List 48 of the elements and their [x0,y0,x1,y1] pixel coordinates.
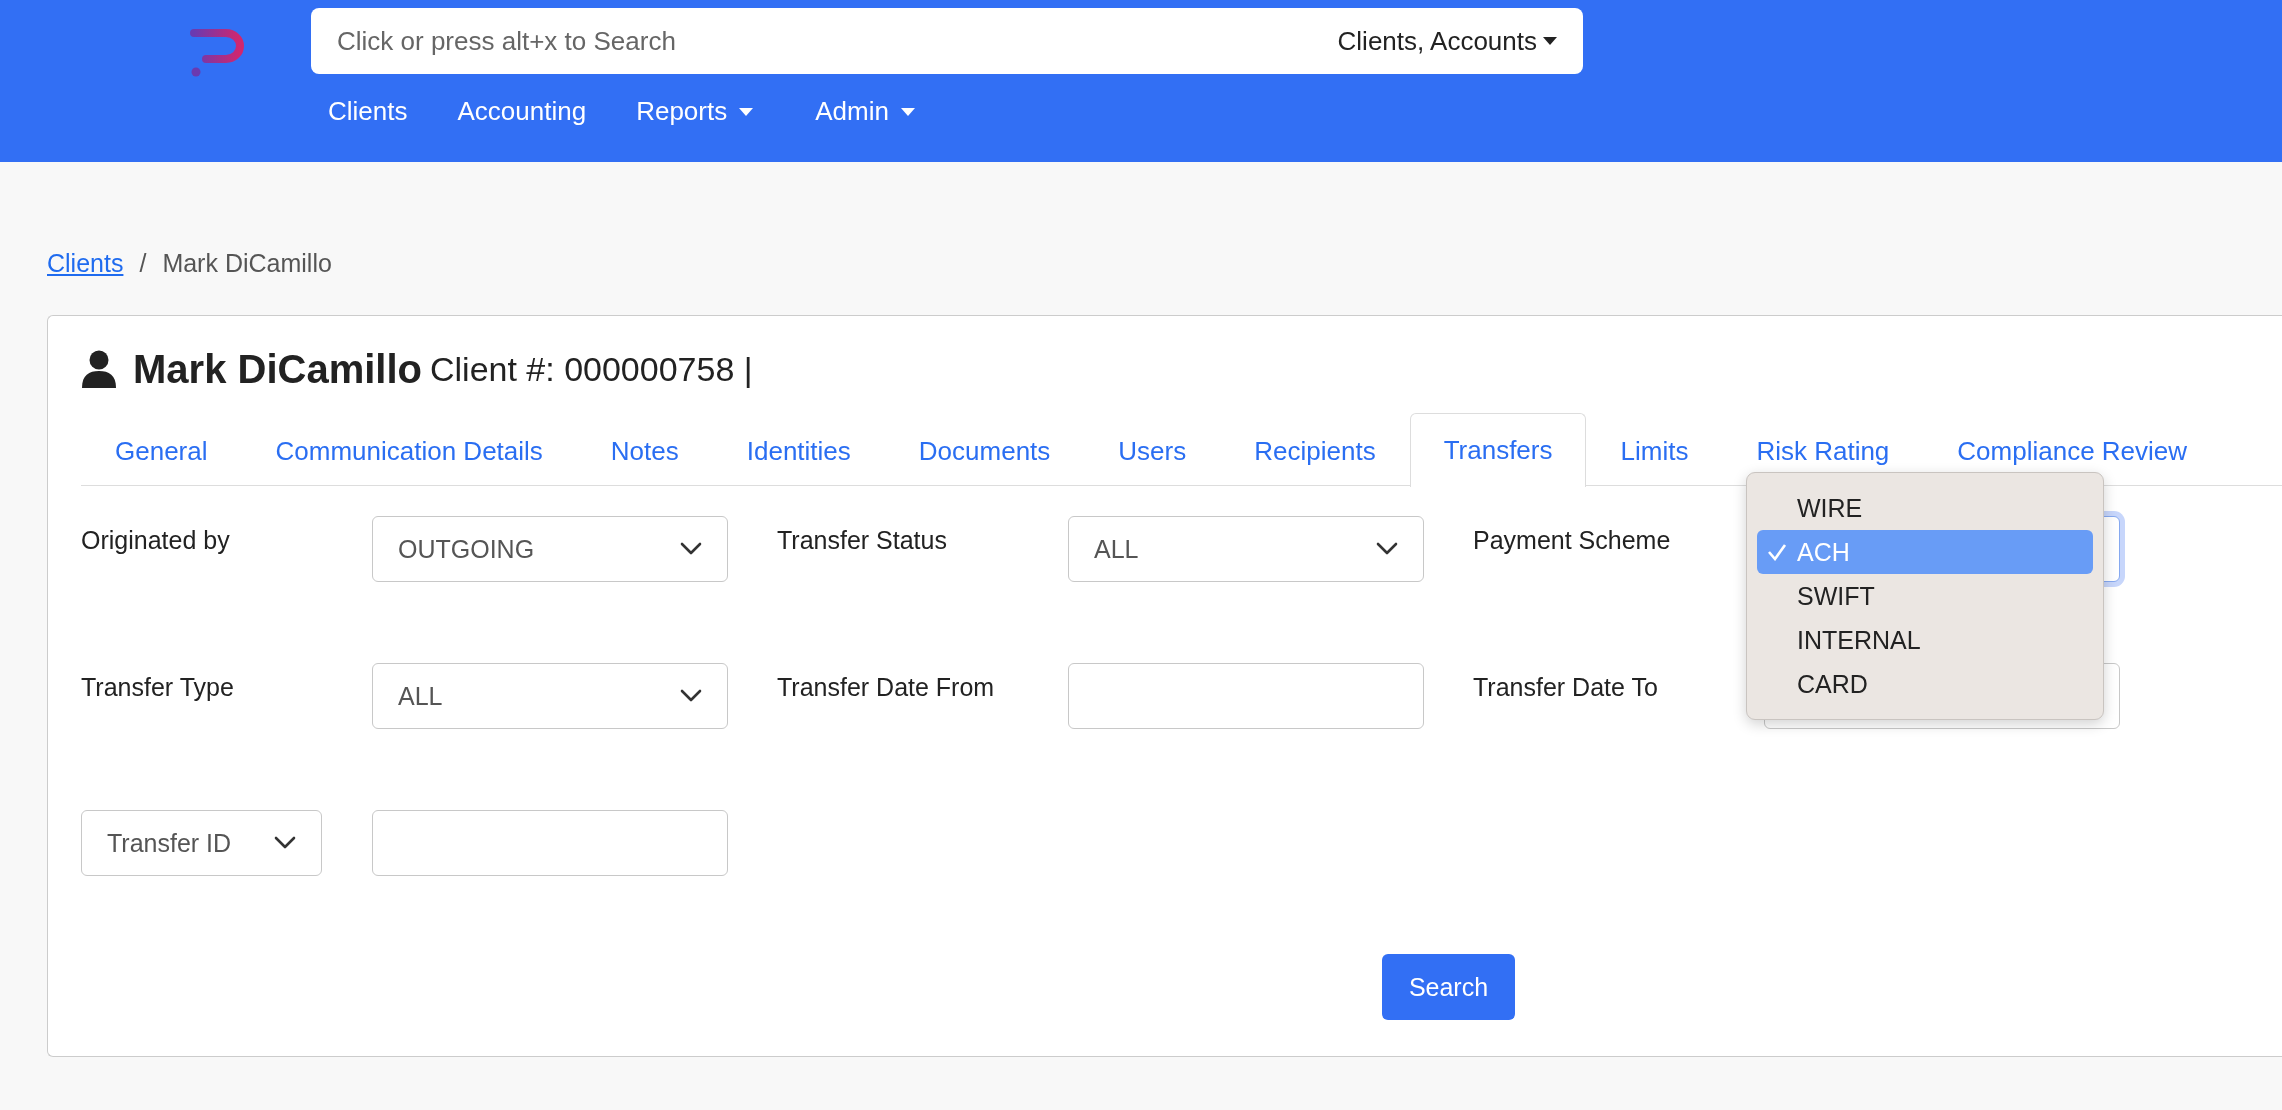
search-button[interactable]: Search [1382,954,1515,1020]
dropdown-option[interactable]: ACH [1757,530,2093,574]
checkmark-icon [1767,543,1787,561]
tab[interactable]: Communication Details [241,414,577,487]
dropdown-option[interactable]: SWIFT [1757,574,2093,618]
client-name: Mark DiCamillo [133,346,422,392]
scope-dropdown[interactable]: Clients, Accounts [1337,25,1557,57]
tab[interactable]: Identities [712,414,885,487]
select-field[interactable]: ALL [1068,516,1424,582]
transfer-id-field[interactable] [372,810,728,876]
chevron-down-icon [680,689,702,703]
dropdown-option[interactable]: INTERNAL [1757,618,2093,662]
breadcrumb-link[interactable]: Clients [47,248,124,278]
chevron-down-icon [680,542,702,556]
tab[interactable]: General [81,414,242,487]
date-field[interactable] [1068,663,1424,729]
field-label: Transfer Type [81,672,235,703]
tab[interactable]: Transfers [1409,412,1587,487]
caret-down-icon [739,107,754,116]
field-label: Transfer Date To [1473,672,1659,703]
dropdown-option[interactable]: CARD [1757,662,2093,706]
select-field[interactable]: ALL [372,663,728,729]
user-icon [81,350,117,388]
tab[interactable]: Limits [1586,414,1723,487]
id-type-select[interactable]: Transfer ID [81,810,322,876]
client-number: Client #: 000000758 | [429,349,753,389]
field-label: Transfer Status [777,525,948,556]
field-label: Payment Scheme [1473,525,1672,556]
field-label: Originated by [81,525,231,556]
tab[interactable]: Notes [576,414,713,487]
nav-link[interactable]: Admin [815,96,915,127]
chevron-down-icon [274,836,296,850]
field-label: Transfer Date From [777,672,996,703]
nav-link[interactable]: Reports [636,96,754,127]
tab[interactable]: Recipients [1220,414,1410,487]
tab[interactable]: Users [1084,414,1221,487]
nav-link[interactable]: Clients [328,96,408,127]
search-field[interactable]: Click or press alt+x to Search Clients, Accounts [311,8,1583,74]
breadcrumb-separator: / [139,248,147,278]
caret-down-icon [1543,37,1557,45]
logo-icon [190,28,246,78]
select-field[interactable]: OUTGOING [372,516,728,582]
dropdown-option[interactable]: WIRE [1757,486,2093,530]
chevron-down-icon [1376,542,1398,556]
nav-link[interactable]: Accounting [457,96,587,127]
caret-down-icon [900,107,915,116]
tab[interactable]: Documents [884,414,1085,487]
breadcrumb-current: Mark DiCamillo [162,248,332,278]
